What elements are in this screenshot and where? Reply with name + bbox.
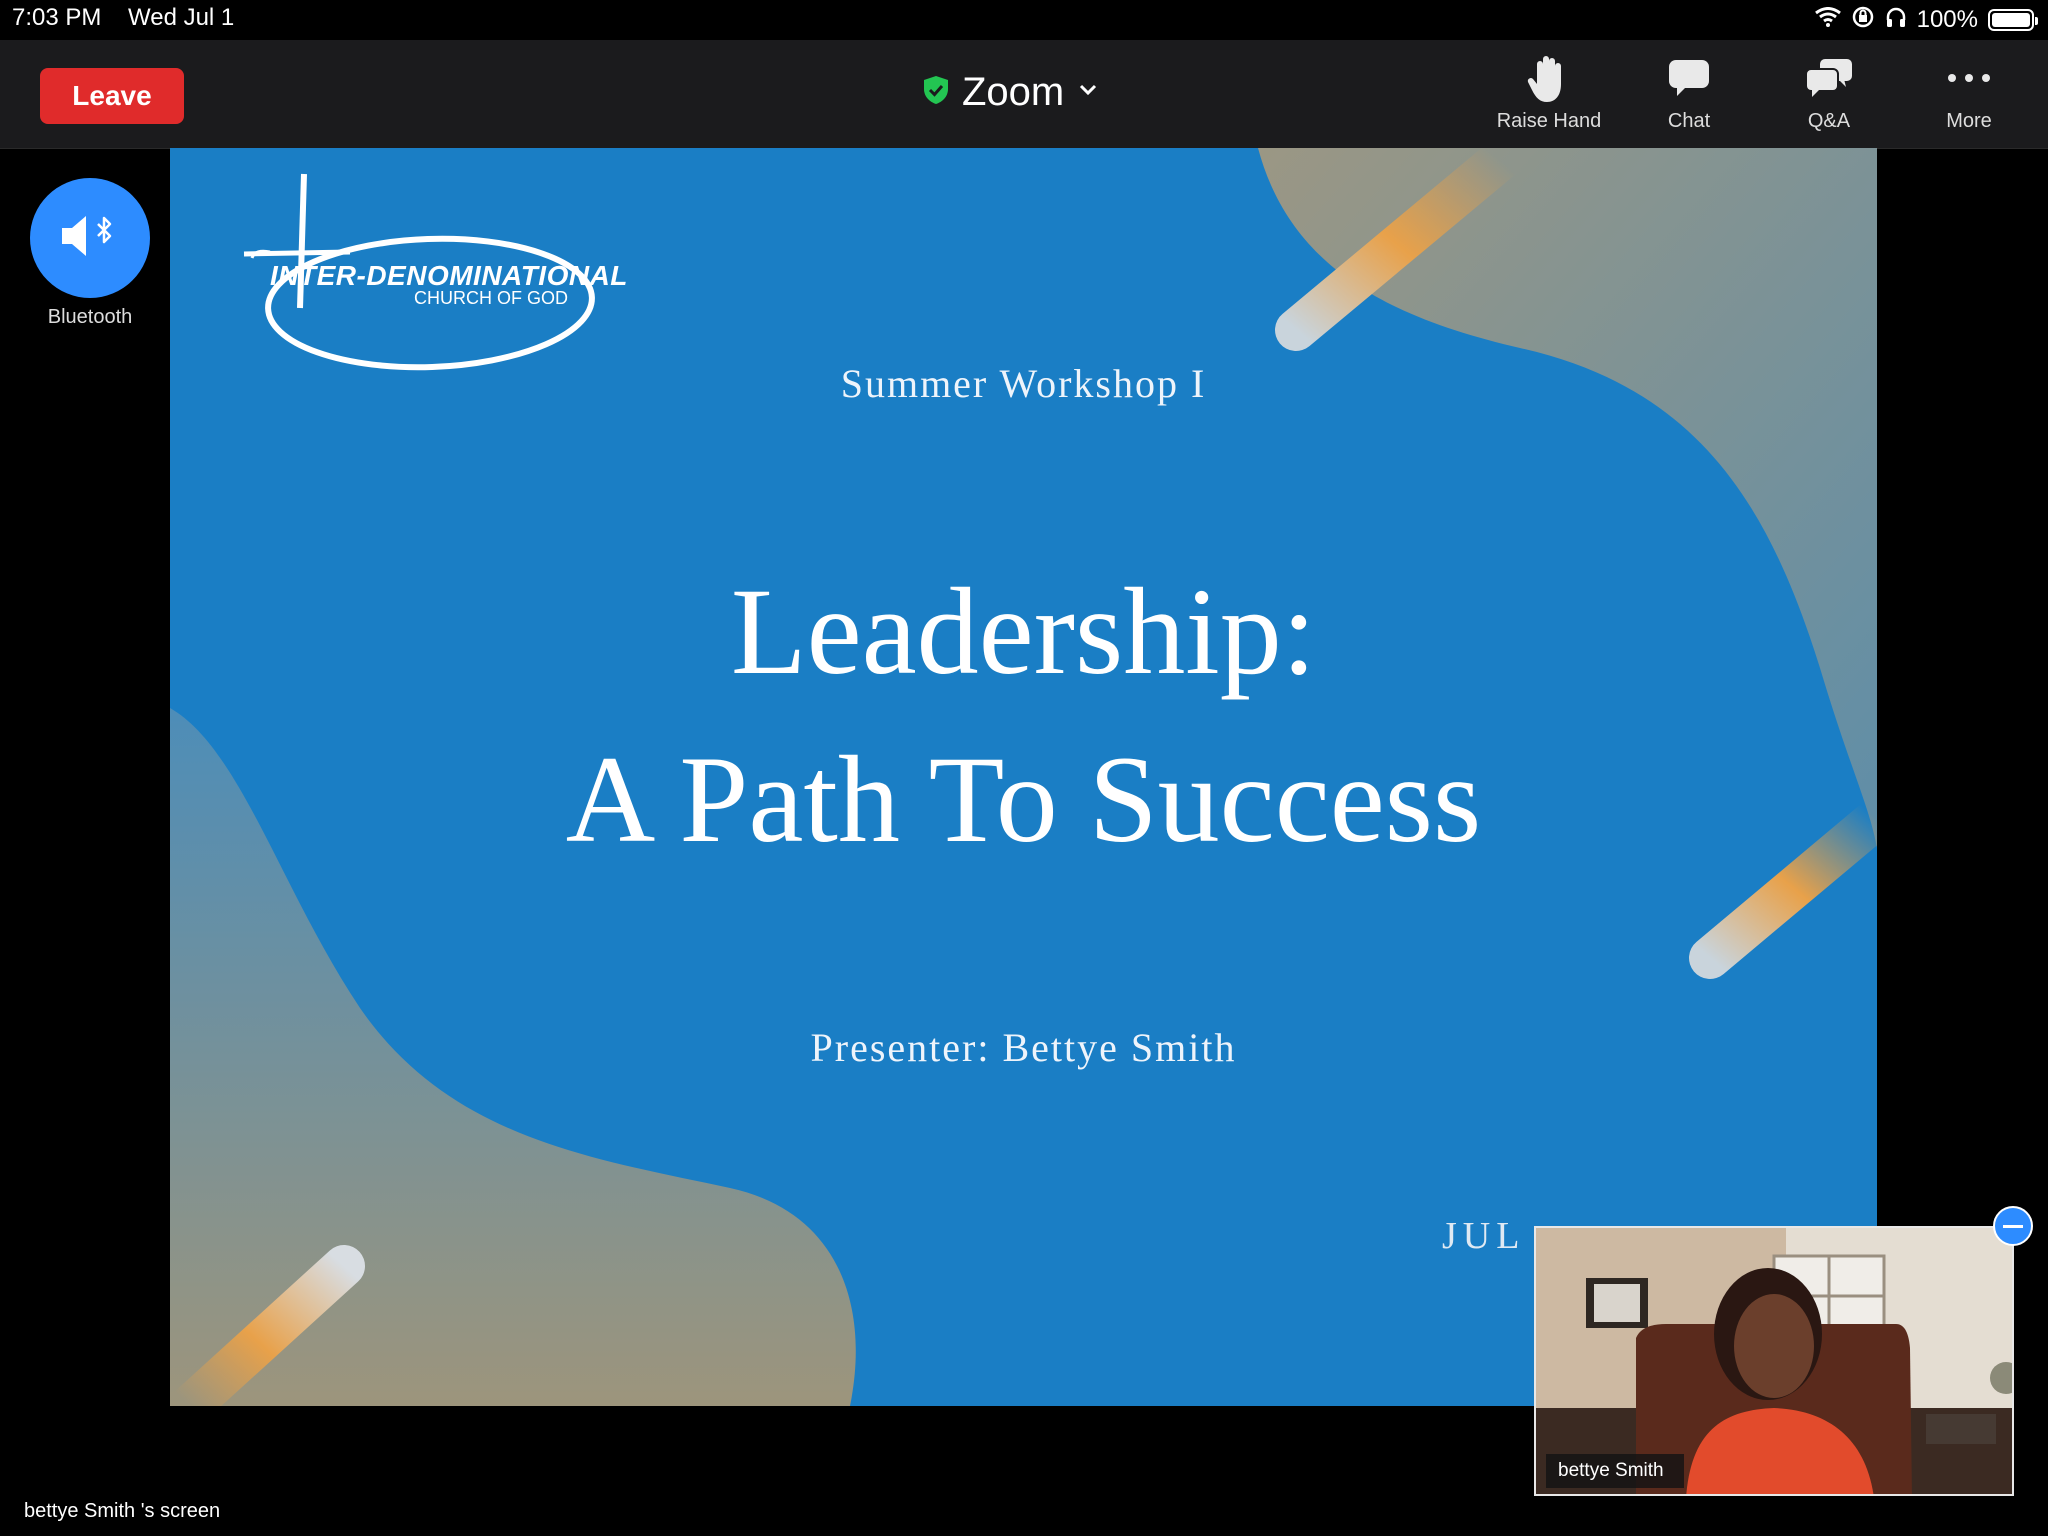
- minus-icon: [2003, 1224, 2023, 1228]
- meeting-title: Zoom: [962, 69, 1065, 114]
- meeting-title-dropdown[interactable]: Zoom: [922, 64, 1100, 120]
- minimize-video-button[interactable]: [1993, 1206, 2033, 1246]
- raise-hand-label: Raise Hand: [1496, 110, 1602, 132]
- battery-percent: 100%: [1916, 6, 1978, 33]
- slide-workshop: Summer Workshop I: [840, 361, 1207, 406]
- orientation-lock-icon: [1851, 5, 1875, 36]
- status-icons: 100%: [1814, 4, 2038, 36]
- qa-icon: [1804, 52, 1854, 104]
- chat-icon: [1664, 52, 1714, 104]
- raise-hand-button[interactable]: Raise Hand: [1484, 52, 1614, 142]
- leave-button[interactable]: Leave: [40, 68, 184, 124]
- status-bar: 7:03 PM Wed Jul 1 100%: [0, 0, 2048, 40]
- qa-label: Q&A: [1807, 110, 1851, 132]
- screen-share-label: bettye Smith 's screen: [24, 1500, 221, 1522]
- raise-hand-icon: [1524, 52, 1574, 104]
- wifi-icon: [1814, 6, 1841, 34]
- meeting-toolbar: Leave Zoom Raise Hand Chat Q&A More: [0, 40, 2048, 149]
- speaker-name-tag: bettye Smith: [1546, 1454, 1684, 1488]
- more-button[interactable]: More: [1904, 52, 2034, 142]
- slide-date: JUL: [1442, 1215, 1526, 1257]
- slide-presenter: Presenter: Bettye Smith: [810, 1025, 1237, 1070]
- audio-bluetooth-button[interactable]: [30, 178, 150, 298]
- speaker-video-thumbnail[interactable]: bettye Smith: [1534, 1226, 2014, 1496]
- chat-label: Chat: [1667, 110, 1711, 132]
- chat-button[interactable]: Chat: [1624, 52, 1754, 142]
- qa-button[interactable]: Q&A: [1764, 52, 1894, 142]
- status-time: 7:03 PM: [12, 4, 102, 31]
- more-icon: [1944, 52, 1994, 104]
- slide-title-line1: Leadership:: [730, 563, 1317, 700]
- status-date: Wed Jul 1: [128, 4, 235, 31]
- logo-line2: CHURCH OF GOD: [414, 288, 568, 308]
- chevron-down-icon: [1076, 82, 1100, 103]
- shared-screen-slide: INTER-DENOMINATIONAL CHURCH OF GOD Summe…: [170, 148, 1877, 1406]
- speaker-bluetooth-icon: [58, 210, 122, 267]
- audio-label: Bluetooth: [47, 306, 133, 328]
- shield-check-icon: [922, 74, 950, 111]
- headphones-icon: [1885, 6, 1907, 35]
- slide-title-line2: A Path To Success: [565, 731, 1482, 868]
- more-label: More: [1946, 110, 1992, 132]
- battery-icon: [1988, 9, 2038, 31]
